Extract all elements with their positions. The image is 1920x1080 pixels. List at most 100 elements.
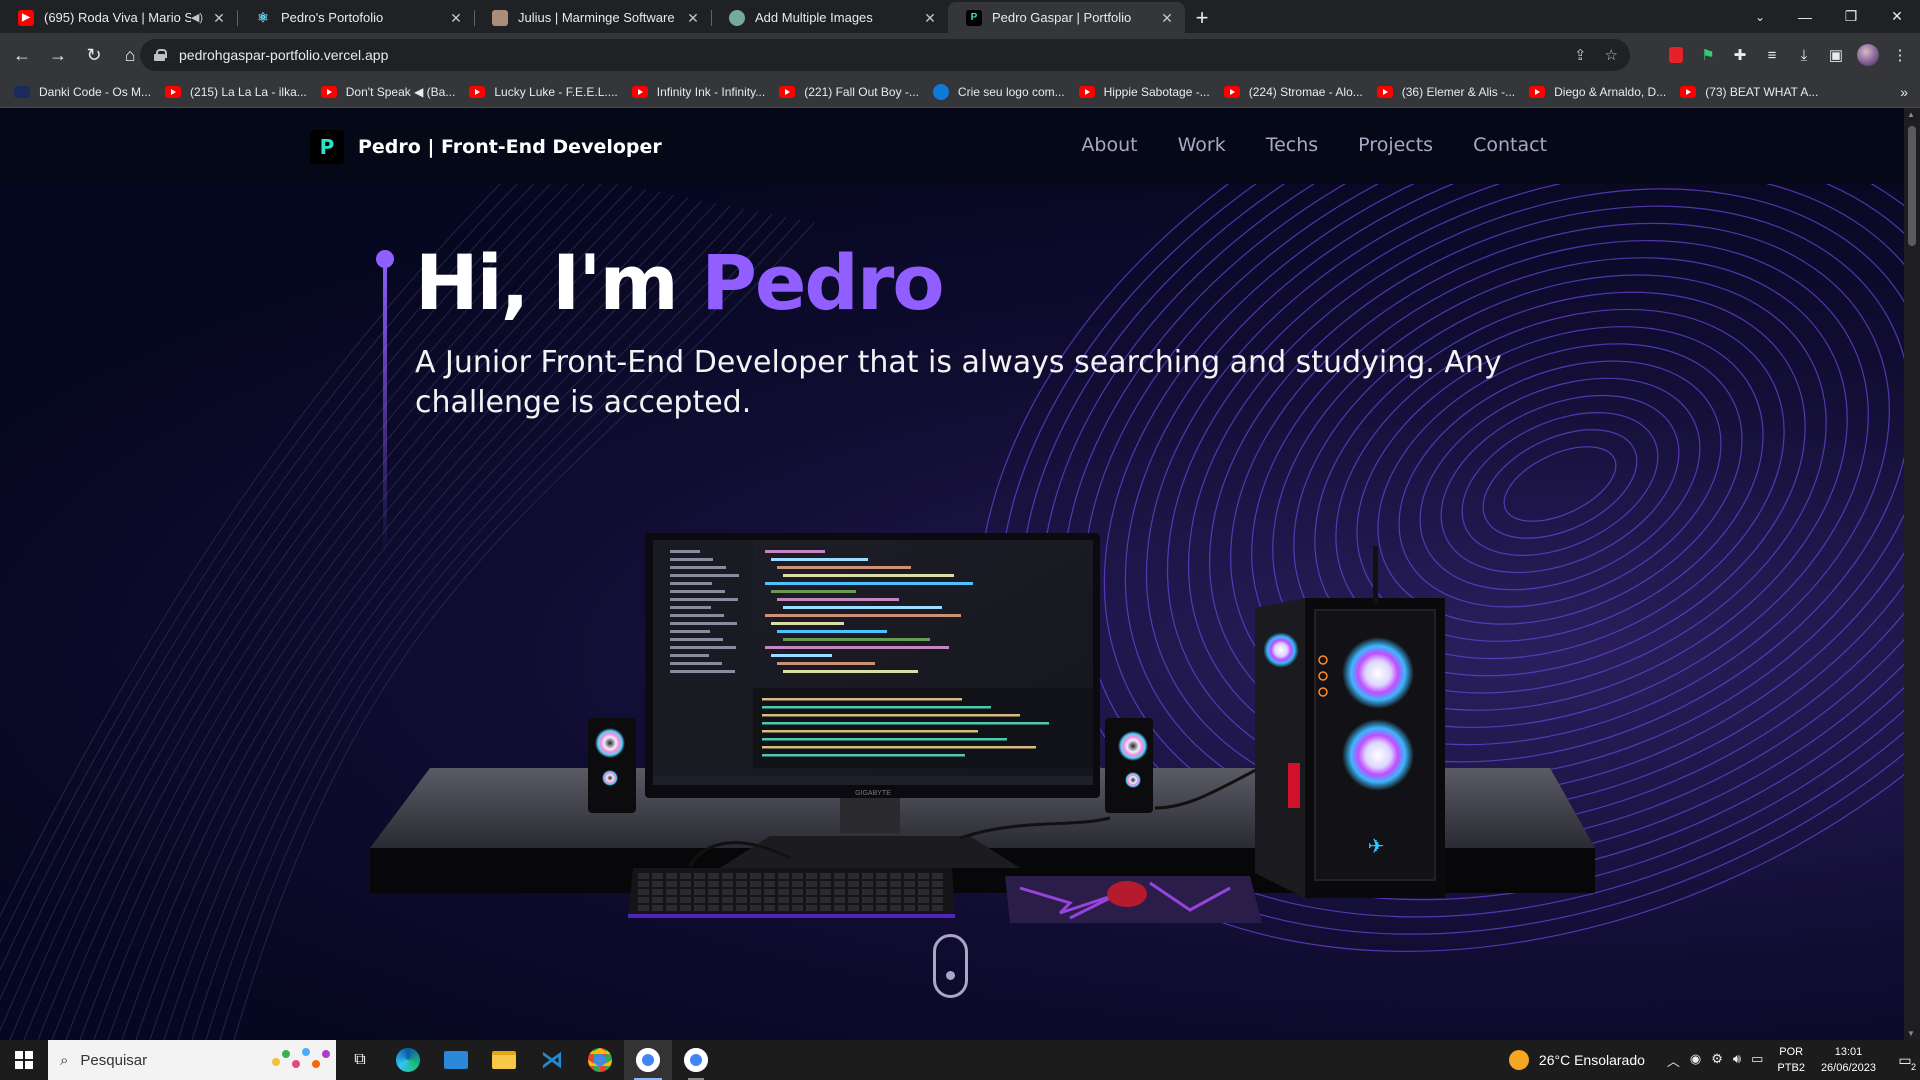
close-window-button[interactable]: ✕ <box>1874 0 1920 33</box>
close-icon[interactable]: ✕ <box>448 10 464 26</box>
close-icon[interactable]: ✕ <box>685 10 701 26</box>
back-button[interactable]: ← <box>6 39 38 71</box>
nav-link-contact[interactable]: Contact <box>1473 134 1547 156</box>
taskbar-search[interactable]: ⌕ Pesquisar <box>48 1040 336 1080</box>
edge-icon[interactable] <box>384 1040 432 1080</box>
chevron-up-icon[interactable]: ︿ <box>1667 1051 1680 1070</box>
scroll-up-icon[interactable]: ▲ <box>1907 110 1915 119</box>
bookmark-item[interactable]: (224) Stromae - Alo... <box>1223 85 1363 99</box>
profile-avatar[interactable] <box>1852 39 1884 71</box>
tab-pedro-gaspar-portfolio[interactable]: P Pedro Gaspar | Portfolio ✕ <box>948 2 1185 33</box>
chrome-alt-icon[interactable] <box>672 1040 720 1080</box>
extension-icon[interactable]: ⚑ <box>1692 39 1724 71</box>
bookmark-label: (73) BEAT WHAT A... <box>1705 85 1819 99</box>
share-icon[interactable]: ⇪ <box>1574 46 1587 64</box>
pc-fan-top <box>1342 637 1414 709</box>
close-icon[interactable]: ✕ <box>922 10 938 26</box>
bookmark-item[interactable]: Lucky Luke - F.E.E.L.... <box>469 85 618 99</box>
tray-icons: ︿ ◉ ⚙ 🔊︎ ▭ <box>1667 1051 1764 1070</box>
left-speaker-tweeter <box>595 728 625 758</box>
site-logo[interactable]: P Pedro | Front-End Developer <box>310 130 662 164</box>
reload-button[interactable]: ↻ <box>78 39 110 71</box>
wifi-antenna <box>1373 546 1378 604</box>
bookmark-item[interactable]: (73) BEAT WHAT A... <box>1680 85 1818 99</box>
browser-toolbar: ← → ↻ ⌂ pedrohgaspar-portfolio.vercel.ap… <box>0 33 1920 77</box>
file-explorer-icon[interactable] <box>480 1040 528 1080</box>
keyboard-rgb-strip <box>628 914 955 918</box>
page-scrollbar[interactable]: ▲ ▼ <box>1904 108 1920 1040</box>
tab-pedros-portofolio[interactable]: ⚛ Pedro's Portofolio ✕ <box>237 2 474 33</box>
mail-icon[interactable] <box>432 1040 480 1080</box>
portfolio-icon: P <box>966 9 982 26</box>
bookmark-star-icon[interactable]: ☆ <box>1605 46 1618 64</box>
bookmark-item[interactable]: Diego & Arnaldo, D... <box>1529 85 1666 99</box>
nav-link-projects[interactable]: Projects <box>1358 134 1433 156</box>
lock-icon[interactable] <box>154 49 167 61</box>
clock-time: 13:01 <box>1834 1046 1863 1058</box>
tab-search-icon[interactable]: ⌄ <box>1742 0 1778 33</box>
forward-button[interactable]: → <box>42 39 74 71</box>
webcam-icon[interactable]: ◉ <box>1690 1051 1701 1070</box>
close-icon[interactable]: ✕ <box>211 10 227 26</box>
nav-link-about[interactable]: About <box>1081 134 1137 156</box>
language-indicator[interactable]: POR PTB2 <box>1777 1044 1805 1076</box>
task-view-icon[interactable]: ⧉ <box>336 1040 384 1080</box>
aorus-logo-icon: ✈ <box>1368 834 1385 858</box>
search-placeholder: Pesquisar <box>80 1051 148 1069</box>
close-icon[interactable]: ✕ <box>1159 10 1175 26</box>
speaker-icon[interactable]: ◀) <box>191 11 203 24</box>
adblock-icon[interactable] <box>1660 39 1692 71</box>
steam-icon[interactable]: ⚙ <box>1711 1051 1723 1070</box>
bookmark-item[interactable]: (36) Elemer & Alis -... <box>1376 85 1515 99</box>
volume-icon[interactable]: 🔊︎ <box>1733 1051 1741 1070</box>
vscode-icon[interactable]: ⋊ <box>528 1040 576 1080</box>
computer-desk-3d-scene[interactable]: GIGABYTE ✈ <box>370 518 1610 1018</box>
logo-icon: P <box>310 130 344 164</box>
bookmark-label: Don't Speak ◀ (Ba... <box>345 85 456 99</box>
sun-icon <box>1508 1050 1529 1070</box>
bookmark-item[interactable]: (221) Fall Out Boy -... <box>779 85 919 99</box>
tab-roda-viva[interactable]: ▶ (695) Roda Viva | Mario Serg ◀) ✕ <box>0 2 237 33</box>
bookmark-item[interactable]: Don't Speak ◀ (Ba... <box>320 85 456 99</box>
tab-add-multiple-images[interactable]: Add Multiple Images ✕ <box>711 2 948 33</box>
weather-widget[interactable]: 26°C Ensolarado <box>1508 1050 1645 1070</box>
bookmark-item[interactable]: Infinity Ink - Infinity... <box>631 85 765 99</box>
bookmark-item[interactable]: Crie seu logo com... <box>932 84 1065 100</box>
bookmarks-overflow-icon[interactable]: » <box>1900 84 1908 100</box>
keyboard-layout: PTB2 <box>1777 1062 1805 1074</box>
youtube-icon <box>1223 86 1240 98</box>
restore-button[interactable]: ❐ <box>1828 0 1874 33</box>
windows-logo-icon <box>15 1051 33 1069</box>
chrome-profile-icon[interactable] <box>624 1040 672 1080</box>
media-control-icon[interactable]: ≡ <box>1756 39 1788 71</box>
scroll-down-icon[interactable]: ▼ <box>1907 1029 1915 1038</box>
new-tab-button[interactable]: + <box>1185 2 1219 33</box>
bookmark-item[interactable]: Danki Code - Os M... <box>14 85 151 99</box>
minimize-button[interactable]: — <box>1782 0 1828 33</box>
windows-taskbar: ⌕ Pesquisar ⧉ ⋊ 26°C Ensolarado ︿ ◉ ⚙ 🔊︎… <box>0 1040 1920 1080</box>
nav-link-techs[interactable]: Techs <box>1266 134 1318 156</box>
brand-name: Pedro | Front-End Developer <box>358 136 662 158</box>
windows-start-button[interactable] <box>0 1040 48 1080</box>
url-text: pedrohgaspar-portfolio.vercel.app <box>179 47 389 63</box>
clock[interactable]: 13:01 26/06/2023 <box>1821 1044 1876 1076</box>
bookmark-item[interactable]: Hippie Sabotage -... <box>1078 85 1210 99</box>
puzzle-icon[interactable]: ✚ <box>1724 39 1756 71</box>
bookmark-item[interactable]: (215) La La La - ilka... <box>165 85 307 99</box>
youtube-icon <box>631 86 648 98</box>
address-bar[interactable]: pedrohgaspar-portfolio.vercel.app ⇪ ☆ <box>140 39 1630 71</box>
chrome-icon[interactable] <box>576 1040 624 1080</box>
scroll-indicator[interactable] <box>933 934 968 998</box>
network-icon[interactable]: ▭ <box>1751 1051 1763 1070</box>
tab-title: Julius | Marminge Software <box>518 10 675 25</box>
menu-icon[interactable]: ⋮ <box>1884 39 1916 71</box>
scrollbar-thumb[interactable] <box>1908 126 1916 246</box>
side-panel-icon[interactable]: ▣ <box>1820 39 1852 71</box>
language-code: POR <box>1779 1046 1804 1058</box>
nav-link-work[interactable]: Work <box>1178 134 1226 156</box>
download-icon[interactable]: ⤓ <box>1788 39 1820 71</box>
site-navbar: P Pedro | Front-End Developer About Work… <box>0 108 1904 184</box>
weather-text: 26°C Ensolarado <box>1538 1052 1645 1068</box>
tab-julius[interactable]: Julius | Marminge Software ✕ <box>474 2 711 33</box>
notification-center-icon[interactable]: ▭ 2 <box>1890 1040 1920 1080</box>
